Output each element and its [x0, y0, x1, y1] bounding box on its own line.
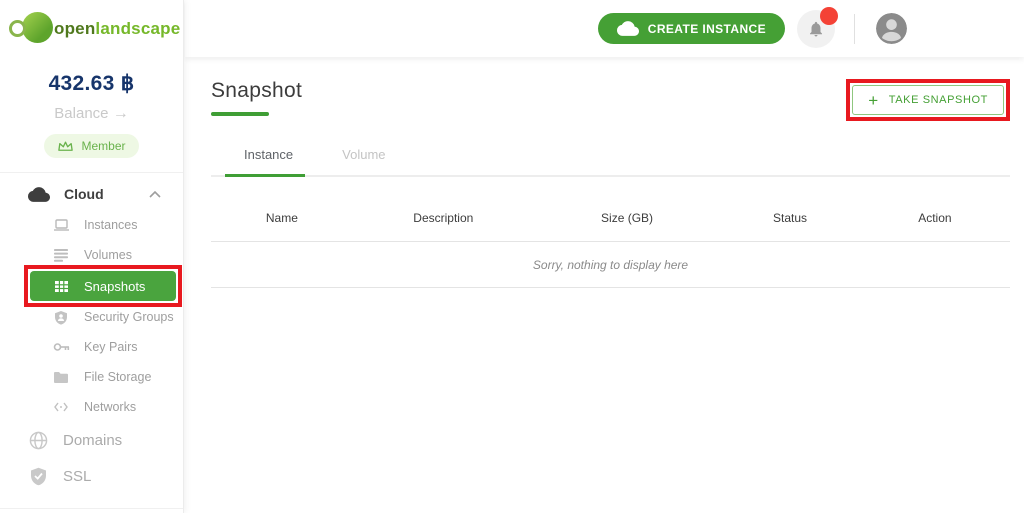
sidebar: openlandscape 432.63 ฿ Balance → Member — [0, 0, 184, 513]
title-block: Snapshot — [211, 79, 302, 116]
sidebar-item-label: Volumes — [84, 248, 132, 262]
tab-volume[interactable]: Volume — [342, 147, 385, 175]
sidebar-item-label: Networks — [84, 400, 137, 414]
sidebar-item-label: Domains — [63, 431, 123, 449]
sidebar-item-file-storage[interactable]: File Storage — [0, 362, 183, 392]
table-header-status: Status — [773, 211, 808, 225]
sidebar-section-billing[interactable]: Billing — [0, 509, 183, 513]
topbar: CREATE INSTANCE — [185, 0, 1024, 57]
app-window: openlandscape 432.63 ฿ Balance → Member — [0, 0, 1024, 513]
sidebar-item-label: Key Pairs — [84, 340, 138, 354]
balance-block: 432.63 ฿ Balance → Member — [0, 71, 183, 158]
user-avatar[interactable] — [876, 13, 907, 44]
sidebar-item-label: Instances — [84, 218, 138, 232]
title-underline — [211, 112, 269, 116]
tab-instance[interactable]: Instance — [224, 147, 306, 177]
content-header: Snapshot + TAKE SNAPSHOT — [211, 79, 1010, 121]
member-badge-label: Member — [81, 139, 126, 153]
table-header-action: Action — [918, 211, 952, 225]
logo-text-open: open — [54, 18, 96, 38]
annotation-box-snapshots: Snapshots — [24, 265, 182, 307]
balance-amount: 432.63 ฿ — [48, 72, 135, 95]
sidebar-section-cloud[interactable]: Cloud — [0, 178, 183, 210]
notification-unread-badge — [820, 6, 838, 25]
table-divider — [211, 287, 1010, 288]
take-snapshot-label: TAKE SNAPSHOT — [888, 94, 988, 106]
sidebar-item-networks[interactable]: Networks — [0, 392, 183, 422]
sidebar-item-label: File Storage — [84, 370, 152, 384]
openlandscape-logo-icon — [8, 11, 54, 45]
security-groups-icon — [51, 310, 71, 325]
create-instance-label: CREATE INSTANCE — [647, 21, 766, 36]
table-header-size: Size (GB) — [601, 211, 654, 225]
sidebar-item-key-pairs[interactable]: Key Pairs — [0, 332, 183, 362]
logo[interactable]: openlandscape — [0, 0, 183, 51]
sidebar-item-label: Security Groups — [84, 310, 174, 324]
notifications-button[interactable] — [797, 6, 838, 48]
cloud-icon — [27, 186, 51, 202]
sidebar-section-label: Cloud — [64, 186, 104, 202]
shield-check-icon — [25, 467, 51, 486]
table-header-row: Name Description Size (GB) Status Action — [211, 211, 1010, 225]
sidebar-item-snapshots[interactable]: Snapshots — [30, 271, 176, 301]
sidebar-item-label: Snapshots — [84, 278, 146, 294]
volumes-icon — [51, 248, 71, 262]
plus-icon: + — [868, 90, 879, 110]
file-storage-icon — [51, 371, 71, 384]
sidebar-item-ssl[interactable]: SSL — [0, 458, 183, 494]
tab-bar: Instance Volume — [211, 147, 1010, 177]
create-instance-button[interactable]: CREATE INSTANCE — [597, 13, 785, 44]
sidebar-item-label: SSL — [63, 467, 92, 485]
sidebar-item-instances[interactable]: Instances — [0, 210, 183, 240]
globe-icon — [25, 431, 51, 450]
sidebar-item-domains[interactable]: Domains — [0, 422, 183, 458]
member-badge[interactable]: Member — [44, 134, 139, 158]
table-header-name: Name — [265, 211, 298, 225]
logo-text: openlandscape — [54, 20, 180, 37]
arrow-right-icon: → — [112, 105, 129, 122]
sidebar-nav: Cloud Instances Volumes Snapshots Securi… — [0, 173, 183, 513]
logo-text-landscape: landscape — [95, 18, 181, 38]
key-pairs-icon — [51, 341, 71, 353]
table-header-description: Description — [413, 211, 474, 225]
page-title: Snapshot — [211, 79, 303, 102]
topbar-divider — [854, 13, 855, 44]
chevron-up-icon — [149, 190, 161, 198]
balance-label: Balance — [54, 105, 109, 122]
sidebar-item-security-groups[interactable]: Security Groups — [0, 302, 183, 332]
snapshots-icon — [51, 280, 71, 293]
table-empty-state: Sorry, nothing to display here — [532, 258, 689, 272]
person-icon — [876, 13, 907, 44]
annotation-box-take-snapshot: + TAKE SNAPSHOT — [846, 79, 1010, 121]
networks-icon — [51, 401, 71, 413]
cloud-icon — [616, 21, 639, 36]
take-snapshot-button[interactable]: + TAKE SNAPSHOT — [852, 85, 1004, 115]
main-content: Snapshot + TAKE SNAPSHOT Instance Volume… — [185, 57, 1024, 513]
instances-icon — [51, 218, 71, 232]
balance-link[interactable]: Balance → — [0, 105, 183, 123]
crown-icon — [58, 141, 74, 151]
